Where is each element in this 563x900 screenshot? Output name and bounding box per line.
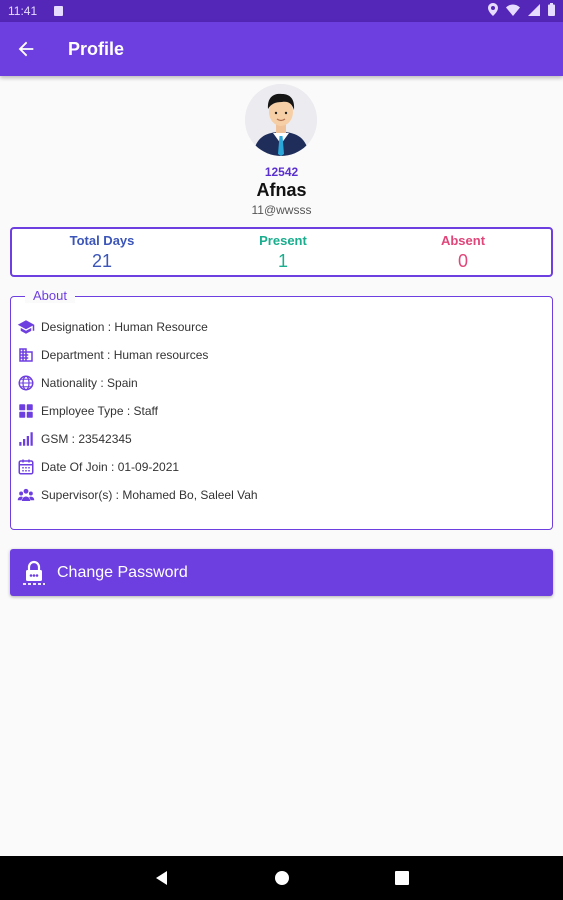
building-icon (19, 348, 33, 362)
about-section: About Designation : Human Resource Depar… (10, 288, 553, 530)
about-date-of-join: Date Of Join : 01-09-2021 (17, 457, 179, 477)
about-text: Date Of Join : 01-09-2021 (41, 460, 180, 474)
about-text: Supervisor(s) : Mohamed Bo, Saleel Vah (41, 488, 258, 502)
about-nationality: Nationality : Spain (17, 373, 138, 393)
stat-label: Total Days (69, 233, 135, 248)
home-circle-icon[interactable] (272, 868, 292, 888)
arrow-left-icon[interactable] (15, 38, 37, 60)
about-title: About (25, 288, 75, 303)
employee-email: 11@wwsss (251, 203, 312, 217)
group-icon (17, 488, 35, 501)
about-text: Employee Type : Staff (41, 404, 158, 418)
stat-value: 21 (91, 251, 113, 271)
wifi-icon (506, 4, 520, 16)
globe-icon (18, 375, 34, 391)
signal-icon (528, 3, 540, 16)
about-gsm: GSM : 23542345 (17, 429, 132, 449)
status-icons (488, 3, 555, 16)
status-time: 11:41 (8, 4, 38, 18)
calendar-icon (18, 459, 34, 475)
stat-label: Present (259, 233, 307, 248)
about-text: Nationality : Spain (41, 376, 138, 390)
stat-present: Present 1 (193, 233, 373, 272)
lock-icon (23, 560, 45, 585)
location-icon (488, 3, 498, 16)
recents-square-icon[interactable] (392, 868, 412, 888)
change-password-label: Change Password (57, 564, 188, 581)
attendance-stats: Total Days 21 Present 1 Absent 0 (10, 227, 553, 277)
stat-value: 0 (457, 251, 468, 271)
page-title: Profile (68, 39, 125, 59)
about-department: Department : Human resources (17, 345, 208, 365)
signal-bars-icon (19, 432, 33, 446)
employee-id: 12542 (264, 165, 299, 179)
system-nav-bar (0, 856, 563, 900)
app-bar: Profile (0, 22, 563, 76)
about-designation: Designation : Human Resource (17, 317, 208, 337)
about-text: Department : Human resources (41, 348, 209, 362)
sim-icon (54, 6, 63, 16)
about-text: GSM : 23542345 (41, 432, 132, 446)
about-employee-type: Employee Type : Staff (17, 401, 158, 421)
avatar (245, 84, 317, 156)
grid-icon (19, 404, 33, 418)
person-avatar-icon (245, 84, 317, 156)
back-triangle-icon[interactable] (152, 868, 172, 888)
employee-name: Afnas (256, 180, 307, 200)
about-text: Designation : Human Resource (41, 320, 208, 334)
stat-total-days: Total Days 21 (12, 233, 192, 272)
change-password-button[interactable]: Change Password (10, 549, 553, 596)
stat-label: Absent (440, 233, 486, 248)
about-supervisors: Supervisor(s) : Mohamed Bo, Saleel Vah (17, 485, 258, 505)
status-bar: 11:41 (0, 0, 563, 22)
stat-value: 1 (277, 251, 288, 271)
stat-absent: Absent 0 (373, 233, 553, 272)
graduation-cap-icon (17, 320, 35, 334)
battery-icon (548, 3, 555, 16)
